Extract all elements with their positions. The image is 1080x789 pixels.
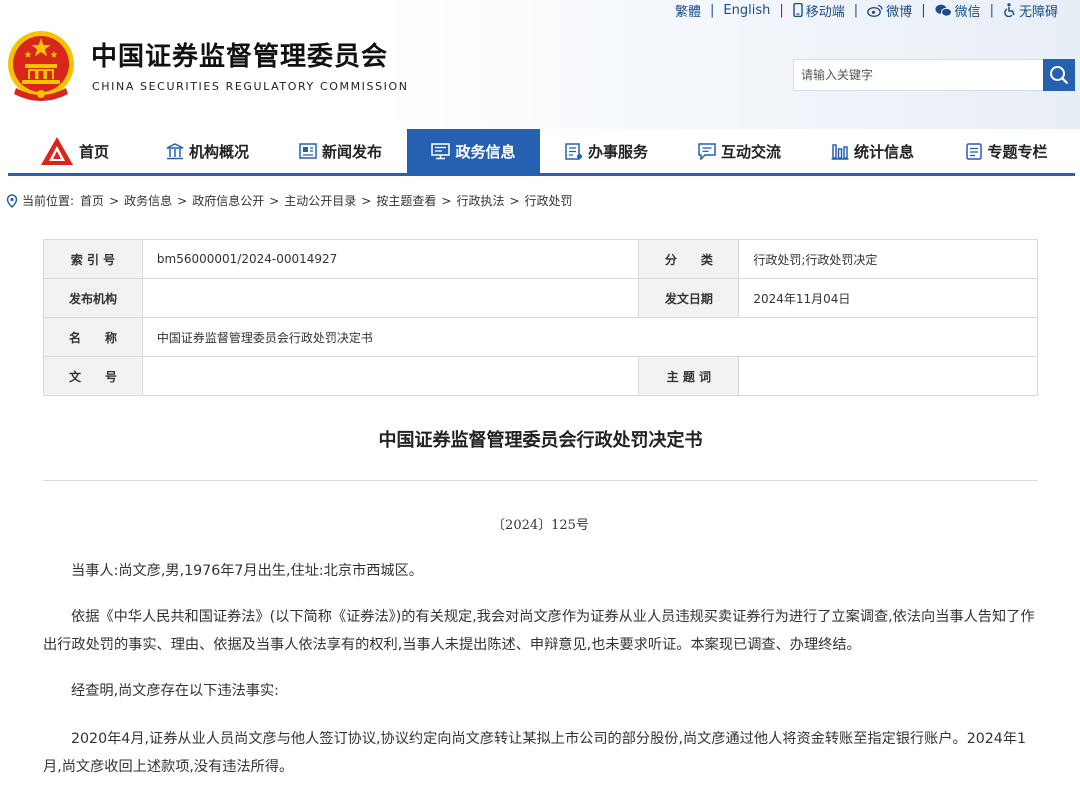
nav-item-services[interactable]: 办事服务 xyxy=(540,129,673,173)
breadcrumb-separator: > xyxy=(509,193,520,208)
issue-date-label: 发文日期 xyxy=(638,278,740,318)
divider xyxy=(43,480,1038,481)
breadcrumb-separator: > xyxy=(177,193,188,208)
mobile-link-label: 移动端 xyxy=(805,4,845,20)
accessibility-link[interactable]: 无障碍 xyxy=(1003,1,1058,20)
breadcrumb-item-home[interactable]: 首页 xyxy=(80,192,104,209)
newspaper-icon xyxy=(299,143,317,159)
document-paragraph: 2020年4月,证券从业人员尚文彦与他人签订协议,协议约定向尚文彦转让某拟上市公… xyxy=(43,731,1027,775)
breadcrumb-item-government-info[interactable]: 政务信息 xyxy=(124,192,172,209)
csrc-logo-icon xyxy=(40,137,73,165)
nav-item-home[interactable]: 首页 xyxy=(8,129,141,173)
category-value: 行政处罚;行政处罚决定 xyxy=(738,239,1038,279)
document-paragraph: 当事人:尚文彦,男,1976年7月出生,住址:北京市西城区。 xyxy=(71,563,423,579)
nav-item-label: 政务信息 xyxy=(455,142,516,161)
document-info-table: 索 引 号 bm56000001/2024-00014927 分 类 行政处罚;… xyxy=(43,239,1039,396)
wechat-icon xyxy=(934,4,952,17)
breadcrumb-item-penalty[interactable]: 行政处罚 xyxy=(525,192,573,209)
location-pin-icon xyxy=(6,193,18,208)
mobile-phone-icon xyxy=(793,3,803,17)
table-row: 文 号 主 题 词 xyxy=(43,356,1038,396)
accessibility-icon xyxy=(1004,3,1015,17)
breadcrumb-item-info-disclosure[interactable]: 政府信息公开 xyxy=(192,192,264,209)
nav-item-label: 统计信息 xyxy=(853,142,914,161)
issuer-label: 发布机构 xyxy=(43,278,143,318)
breadcrumb-separator: > xyxy=(361,193,372,208)
nav-item-label: 办事服务 xyxy=(587,142,648,161)
nav-item-news[interactable]: 新闻发布 xyxy=(274,129,407,173)
weibo-icon xyxy=(867,4,883,17)
document-number: 〔2024〕125号 xyxy=(492,518,589,533)
issuer-value xyxy=(141,278,640,318)
subject-terms-label: 主 题 词 xyxy=(638,356,740,396)
name-value: 中国证券监督管理委员会行政处罚决定书 xyxy=(141,317,1039,357)
nav-item-label: 新闻发布 xyxy=(321,142,382,161)
mobile-link[interactable]: 移动端 xyxy=(793,1,845,20)
document-paragraph: 依据《中华人民共和国证券法》(以下简称《证券法》)的有关规定,我会对尚文彦作为证… xyxy=(43,609,1035,653)
breadcrumb-separator: > xyxy=(269,193,280,208)
breadcrumb: 当前位置: 首页 > 政务信息 > 政府信息公开 > 主动公开目录 > 按主题查… xyxy=(6,192,573,209)
monitor-icon xyxy=(431,142,451,159)
site-header: 繁體 | English | 移动端 | 微博 | 微信 | 无障碍 中国证券监… xyxy=(0,0,1080,129)
issue-date-value: 2024年11月04日 xyxy=(738,278,1038,318)
building-icon xyxy=(166,142,184,159)
index-number-label: 索 引 号 xyxy=(43,239,143,279)
wechat-link-label: 微信 xyxy=(954,4,981,20)
site-subtitle: CHINA SECURITIES REGULATORY COMMISSION xyxy=(92,80,409,93)
search-button[interactable] xyxy=(1043,59,1075,91)
nav-item-label: 机构概况 xyxy=(188,142,249,161)
site-title[interactable]: 中国证券监督管理委员会 xyxy=(91,36,388,73)
category-label: 分 类 xyxy=(638,239,740,279)
wechat-link[interactable]: 微信 xyxy=(934,1,981,20)
accessibility-link-label: 无障碍 xyxy=(1018,4,1058,20)
name-label: 名 称 xyxy=(43,317,143,357)
document-number-value xyxy=(141,356,640,396)
nav-item-label: 专题专栏 xyxy=(987,142,1048,161)
national-emblem-icon[interactable] xyxy=(6,28,76,104)
nav-item-label: 首页 xyxy=(78,142,109,161)
top-links: 繁體 | English | 移动端 | 微博 | 微信 | 无障碍 xyxy=(675,1,1058,20)
table-row: 名 称 中国证券监督管理委员会行政处罚决定书 xyxy=(43,317,1039,357)
document-paragraph: 经查明,尚文彦存在以下违法事实: xyxy=(71,683,279,699)
breadcrumb-prefix: 当前位置: xyxy=(22,194,75,208)
weibo-link[interactable]: 微博 xyxy=(867,1,912,20)
breadcrumb-separator: > xyxy=(441,193,452,208)
document-list-icon xyxy=(565,142,582,160)
search-input[interactable] xyxy=(794,60,1044,90)
breadcrumb-item-by-topic[interactable]: 按主题查看 xyxy=(376,192,436,209)
main-nav: 首页 机构概况 新闻发布 政务信息 办事服务 互动交流 统计信息 专题专栏 xyxy=(8,129,1075,176)
breadcrumb-item-public-catalog[interactable]: 主动公开目录 xyxy=(284,192,356,209)
page-icon xyxy=(966,142,983,160)
table-row: 发布机构 发文日期 2024年11月04日 xyxy=(43,278,1038,318)
breadcrumb-item-enforcement[interactable]: 行政执法 xyxy=(456,192,504,209)
subject-terms-value xyxy=(738,356,1038,396)
search-icon xyxy=(1050,66,1069,85)
english-link[interactable]: English xyxy=(723,3,770,18)
chat-icon xyxy=(698,142,716,160)
document-title: 中国证券监督管理委员会行政处罚决定书 xyxy=(378,430,703,451)
breadcrumb-separator: > xyxy=(109,193,120,208)
nav-item-label: 互动交流 xyxy=(720,142,781,161)
table-row: 索 引 号 bm56000001/2024-00014927 分 类 行政处罚;… xyxy=(43,239,1038,279)
nav-item-about[interactable]: 机构概况 xyxy=(141,129,274,173)
nav-item-government-info[interactable]: 政务信息 xyxy=(407,129,540,173)
nav-item-special-topics[interactable]: 专题专栏 xyxy=(939,129,1075,173)
document-number-label: 文 号 xyxy=(43,356,143,396)
nav-item-statistics[interactable]: 统计信息 xyxy=(806,129,939,173)
search-box xyxy=(793,59,1075,91)
index-number-value: bm56000001/2024-00014927 xyxy=(141,239,640,279)
weibo-link-label: 微博 xyxy=(886,4,913,20)
traditional-chinese-link[interactable]: 繁體 xyxy=(675,1,701,20)
bar-chart-icon xyxy=(831,143,849,160)
nav-item-interaction[interactable]: 互动交流 xyxy=(673,129,806,173)
